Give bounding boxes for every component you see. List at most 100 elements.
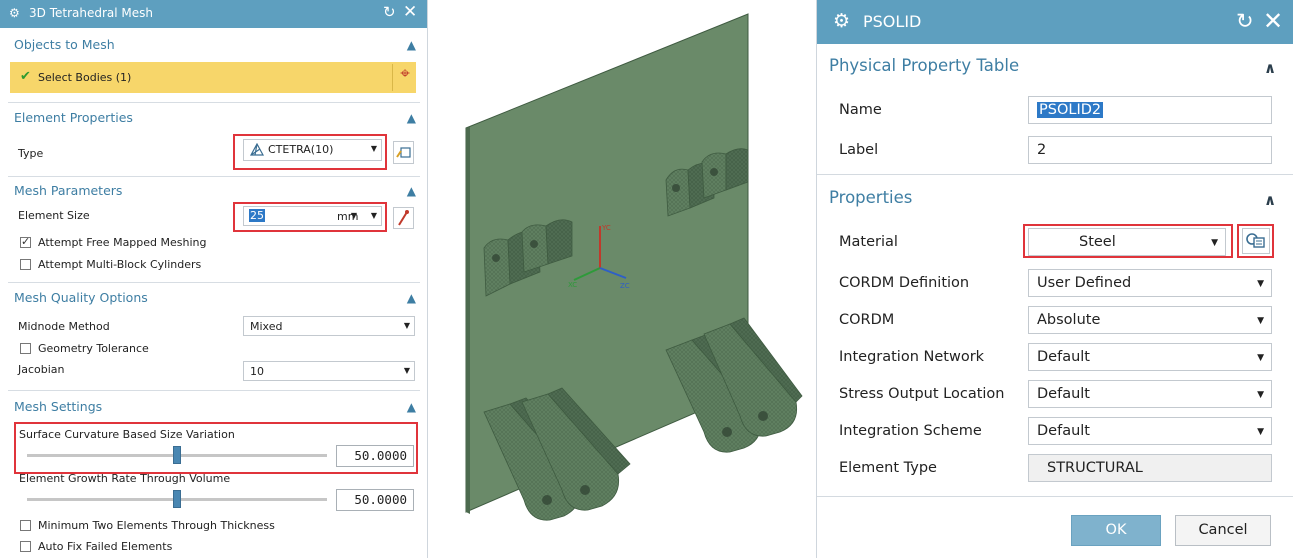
- ok-button[interactable]: OK: [1071, 515, 1161, 546]
- right-dialog-titlebar: ⚙ PSOLID ↻ ✕: [817, 0, 1293, 44]
- chevron-up-icon[interactable]: ▲: [407, 38, 416, 52]
- section-title: Mesh Parameters: [14, 183, 123, 198]
- integration-scheme-dropdown[interactable]: Default ▼: [1028, 417, 1272, 445]
- integration-network-dropdown[interactable]: Default ▼: [1028, 343, 1272, 371]
- label-label: Label: [839, 142, 879, 158]
- material-value: Steel: [1079, 234, 1116, 250]
- gear-icon[interactable]: ⚙: [833, 10, 850, 32]
- jacobian-dropdown[interactable]: 10 ▼: [243, 361, 415, 381]
- jacobian-value: 10: [250, 365, 264, 378]
- integration-scheme-value: Default: [1037, 423, 1090, 439]
- cordm-label: CORDM: [839, 312, 895, 328]
- crosshair-icon[interactable]: ⌖: [395, 64, 415, 90]
- element-type-value: STRUCTURAL: [1047, 460, 1143, 476]
- graphics-viewport[interactable]: YC XC ZC: [430, 0, 814, 558]
- chevron-up-icon[interactable]: ∧: [1264, 191, 1276, 209]
- element-size-input[interactable]: 25 mm ▼ ▼: [243, 206, 382, 226]
- axis-label-x: XC: [568, 281, 577, 289]
- min-two-elements-label: Minimum Two Elements Through Thickness: [38, 519, 275, 532]
- close-icon[interactable]: ✕: [1263, 7, 1283, 35]
- geometry-tolerance-label: Geometry Tolerance: [38, 342, 149, 355]
- cordm-definition-value: User Defined: [1037, 275, 1132, 291]
- checkmark-icon: ✔: [20, 69, 31, 84]
- label-input[interactable]: 2: [1028, 136, 1272, 164]
- measure-icon: [398, 210, 409, 226]
- min-two-elements-checkbox[interactable]: [20, 520, 31, 531]
- stress-output-location-dropdown[interactable]: Default ▼: [1028, 380, 1272, 408]
- section-title: Element Properties: [14, 110, 133, 125]
- element-size-value: 25: [249, 209, 265, 222]
- chevron-up-icon[interactable]: ▲: [407, 400, 416, 414]
- chevron-up-icon[interactable]: ∧: [1264, 59, 1276, 77]
- cordm-dropdown[interactable]: Absolute ▼: [1028, 306, 1272, 334]
- divider: [817, 174, 1293, 175]
- growth-rate-slider-handle[interactable]: [173, 490, 181, 508]
- growth-rate-value[interactable]: 50.0000: [336, 489, 414, 511]
- name-label: Name: [839, 102, 882, 118]
- gear-icon[interactable]: ⚙: [9, 6, 20, 20]
- name-value: PSOLID2: [1037, 102, 1104, 118]
- chevron-up-icon[interactable]: ▲: [407, 184, 416, 198]
- axis-label-y: YC: [601, 224, 611, 232]
- select-bodies-label: Select Bodies (1): [38, 71, 132, 84]
- midnode-method-value: Mixed: [250, 320, 283, 333]
- name-input[interactable]: PSOLID2: [1028, 96, 1272, 124]
- surface-curvature-label: Surface Curvature Based Size Variation: [19, 428, 235, 441]
- reset-icon[interactable]: ↻: [383, 3, 396, 21]
- attempt-multi-block-label: Attempt Multi-Block Cylinders: [38, 258, 202, 271]
- right-dialog-title: PSOLID: [863, 12, 922, 31]
- material-label: Material: [839, 234, 898, 250]
- reset-icon[interactable]: ↻: [1236, 9, 1254, 33]
- section-properties[interactable]: Properties: [829, 188, 912, 207]
- type-label: Type: [18, 147, 44, 160]
- element-type-dropdown[interactable]: CTETRA(10) ▼: [243, 139, 382, 161]
- dropdown-arrow-icon[interactable]: ▼: [371, 211, 377, 220]
- midnode-method-dropdown[interactable]: Mixed ▼: [243, 316, 415, 336]
- attempt-multi-block-checkbox[interactable]: [20, 259, 31, 270]
- divider: [8, 102, 420, 103]
- select-bodies-bar[interactable]: ✔ Select Bodies (1) ⌖: [10, 62, 416, 93]
- unit-dropdown-arrow-icon[interactable]: ▼: [351, 211, 357, 220]
- element-type-label: Element Type: [839, 460, 937, 476]
- section-objects-to-mesh[interactable]: Objects to Mesh ▲: [14, 37, 416, 59]
- measure-button[interactable]: [393, 207, 414, 229]
- chevron-up-icon[interactable]: ▲: [407, 111, 416, 125]
- midnode-method-label: Midnode Method: [18, 320, 110, 333]
- divider: [817, 496, 1293, 497]
- element-type-value: CTETRA(10): [268, 143, 334, 156]
- attempt-free-mapped-label: Attempt Free Mapped Meshing: [38, 236, 207, 249]
- section-element-properties[interactable]: Element Properties ▲: [14, 110, 416, 132]
- surface-curvature-slider-handle[interactable]: [173, 446, 181, 464]
- meshed-bracket-model[interactable]: YC XC ZC: [430, 0, 814, 558]
- dropdown-arrow-icon: ▼: [403, 366, 410, 375]
- stress-output-location-value: Default: [1037, 386, 1090, 402]
- cordm-value: Absolute: [1037, 312, 1101, 328]
- properties-table-icon: [396, 147, 411, 158]
- dropdown-arrow-icon: ▼: [1257, 316, 1264, 326]
- stress-output-location-label: Stress Output Location: [839, 386, 1005, 402]
- chevron-up-icon[interactable]: ▲: [407, 291, 416, 305]
- auto-fix-label: Auto Fix Failed Elements: [38, 540, 173, 553]
- element-properties-button[interactable]: [393, 141, 414, 164]
- section-mesh-quality-options[interactable]: Mesh Quality Options ▲: [14, 290, 416, 312]
- jacobian-label: Jacobian: [18, 363, 65, 376]
- dropdown-arrow-icon: ▼: [1211, 238, 1218, 248]
- auto-fix-checkbox[interactable]: [20, 541, 31, 552]
- material-manager-button[interactable]: [1242, 228, 1270, 254]
- cancel-button[interactable]: Cancel: [1175, 515, 1271, 546]
- material-dropdown[interactable]: Steel ▼: [1028, 228, 1226, 256]
- element-type-field: STRUCTURAL: [1028, 454, 1272, 482]
- geometry-tolerance-checkbox[interactable]: [20, 343, 31, 354]
- axis-label-z: ZC: [620, 282, 630, 290]
- divider: [392, 64, 393, 91]
- surface-curvature-value[interactable]: 50.0000: [336, 445, 414, 467]
- cordm-definition-dropdown[interactable]: User Defined ▼: [1028, 269, 1272, 297]
- attempt-free-mapped-checkbox[interactable]: [20, 235, 31, 248]
- section-physical-property-table[interactable]: Physical Property Table: [829, 56, 1019, 75]
- element-size-label: Element Size: [18, 209, 90, 222]
- dropdown-arrow-icon: ▼: [1257, 427, 1264, 437]
- dropdown-arrow-icon: ▼: [403, 321, 410, 330]
- close-icon[interactable]: ✕: [403, 2, 417, 22]
- section-mesh-settings[interactable]: Mesh Settings ▲: [14, 399, 416, 421]
- tetrahedral-mesh-dialog: ⚙ 3D Tetrahedral Mesh ↻ ✕ Objects to Mes…: [0, 0, 428, 558]
